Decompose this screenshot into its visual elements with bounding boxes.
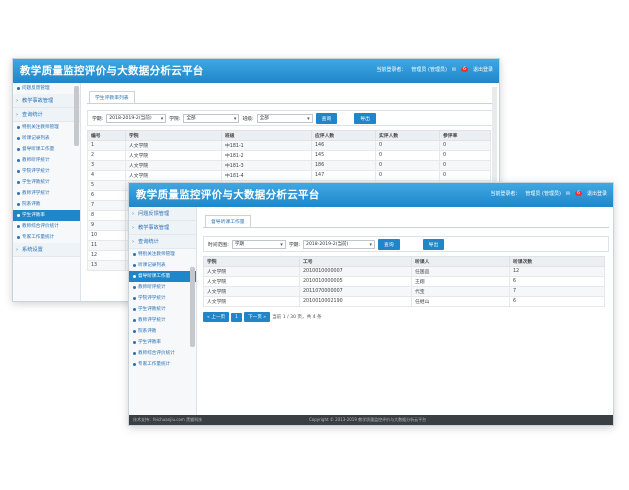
table-header: 编号 学院 班级 应评人数 实评人数 参评率 (87, 130, 491, 141)
sidebar-item[interactable]: 听课记录列表 (13, 133, 80, 144)
sidebar-item[interactable]: 听课记录列表 (129, 260, 196, 271)
table-row: 人文学院 2010010000005 王翔 6 (203, 276, 605, 287)
table-row: 4 人文学院 中181-4 147 0 0 (87, 170, 491, 181)
sidebar-item[interactable]: 专家工作量统计 (129, 359, 196, 370)
term-select[interactable]: 2018-2019-2(当前) (303, 239, 376, 249)
sidebar-item[interactable]: 督导听课工作量 (13, 144, 80, 155)
current-user-label: 当前登录者： (490, 191, 521, 197)
pagination: « 上一页 1 下一页 » 当前 1 / 30 页，共 4 条 (203, 312, 609, 322)
page-number-button[interactable]: 1 (231, 312, 242, 322)
tab-student-rating[interactable]: 学生评教率列表 (89, 91, 135, 103)
prev-page-button[interactable]: « 上一页 (203, 312, 230, 322)
table-row: 3 人文学院 中181-3 186 0 0 (87, 160, 491, 171)
app-title: 教学质量监控评价与大数据分析云平台 (20, 65, 204, 77)
app-header: 教学质量监控评价与大数据分析云平台 当前登录者： 管理员 (管理员) ✉ 6 退… (13, 59, 499, 83)
export-button[interactable]: 导出 (422, 238, 445, 250)
sidebar-item[interactable]: 特别关注教师管理 (129, 249, 196, 260)
sidebar-item[interactable]: 教师听评统计 (129, 282, 196, 293)
sidebar-item-selected[interactable]: 学生评教率 (13, 210, 80, 221)
app-header: 教学质量监控评价与大数据分析云平台 当前登录者： 管理员 (管理员) ✉ 6 退… (129, 183, 613, 207)
logout-link[interactable]: 退出登录 (473, 66, 493, 73)
table-row: 人文学院 2011070000007 代宝 7 (203, 286, 605, 297)
sidebar-item[interactable]: 学院评学统计 (13, 166, 80, 177)
sidebar-item[interactable]: 特别关注教师管理 (13, 122, 80, 133)
user-name: 管理员 (管理员) (411, 67, 447, 73)
table-row: 1 人文学院 中181-1 146 0 0 (87, 140, 491, 151)
sidebar-item[interactable]: 学生评教率 (129, 337, 196, 348)
sidebar-item[interactable]: 学生评教统计 (13, 177, 80, 188)
front-window: 教学质量监控评价与大数据分析云平台 当前登录者： 管理员 (管理员) ✉ 6 退… (128, 182, 614, 426)
sidebar-scrollbar[interactable] (74, 86, 79, 146)
next-page-button[interactable]: 下一页 » (244, 312, 271, 322)
sidebar: 问题反馈管理 教学事故管理 查询统计 特别关注教师管理 听课记录列表 督导听课工… (13, 83, 81, 301)
footer-copyright: Copyright © 2013-2019 教学质量监控评价与大数据分析云平台 (309, 417, 427, 422)
mail-icon[interactable]: ✉ (566, 191, 570, 197)
sidebar-item[interactable]: 院系评教 (13, 199, 80, 210)
sidebar-item[interactable]: 教师综合评价统计 (13, 221, 80, 232)
footer: 技术支持：feichuanjiu.com 黑猫科技 Copyright © 20… (129, 415, 613, 425)
sidebar-item[interactable]: 专家工作量统计 (13, 232, 80, 243)
term-label: 学期: (92, 116, 104, 122)
term-label: 学期: (288, 242, 301, 248)
sidebar-item[interactable]: 院系评教 (129, 326, 196, 337)
range-label: 时间范围: (208, 242, 229, 248)
export-button[interactable]: 导出 (354, 112, 376, 124)
sidebar-section-query[interactable]: 查询统计 (129, 235, 196, 249)
class-label: 班级: (242, 116, 254, 122)
current-user-label: 当前登录者： (376, 67, 407, 73)
sidebar-item[interactable]: 学生评教统计 (129, 304, 196, 315)
term-select[interactable]: 2018-2019-2(当前) (106, 113, 167, 123)
sidebar: 问题反馈管理 教学事故管理 查询统计 特别关注教师管理 听课记录列表 督导听课工… (129, 207, 197, 415)
notification-badge: 6 (461, 67, 468, 72)
class-select[interactable]: 全部 (256, 113, 313, 123)
logout-link[interactable]: 退出登录 (587, 190, 607, 197)
mail-icon[interactable]: ✉ (452, 67, 456, 73)
query-button[interactable]: 查询 (315, 112, 338, 124)
sidebar-section-query[interactable]: 查询统计 (13, 108, 80, 122)
sidebar-section-settings[interactable]: 系统设置 (13, 243, 80, 257)
table-header: 学院 工号 听课人 听课次数 (203, 256, 605, 267)
sidebar-item[interactable]: 教师综合评价统计 (129, 348, 196, 359)
table-row: 人文学院 2010010002190 任继山 6 (203, 296, 605, 307)
table-row: 人文学院 2010010000007 任国品 12 (203, 266, 605, 277)
notification-badge: 6 (575, 191, 582, 196)
sidebar-item[interactable]: 教师评学统计 (129, 315, 196, 326)
sidebar-item-selected[interactable]: 督导听课工作量 (129, 271, 196, 282)
sidebar-section-accidents[interactable]: 教学事故管理 (129, 221, 196, 235)
table-row: 2 人文学院 中181-2 145 0 0 (87, 150, 491, 161)
sidebar-item[interactable]: 教师听评统计 (13, 155, 80, 166)
footer-support: 技术支持：feichuanjiu.com 黑猫科技 (133, 417, 203, 422)
app-title: 教学质量监控评价与大数据分析云平台 (136, 189, 320, 201)
sidebar-item[interactable]: 学院评学统计 (129, 293, 196, 304)
sidebar-item[interactable]: 教师评学统计 (13, 188, 80, 199)
main-content: 督导听课工作量 时间范围: 学期 学期: 2018-2019-2(当前) 查询 … (199, 207, 613, 415)
page-info: 当前 1 / 30 页，共 4 条 (272, 315, 322, 320)
filter-bar: 时间范围: 学期 学期: 2018-2019-2(当前) 查询 导出 (203, 236, 609, 252)
sidebar-scrollbar[interactable] (190, 267, 195, 347)
user-name: 管理员 (管理员) (525, 191, 561, 197)
workload-table: 学院 工号 听课人 听课次数 人文学院 2010010000007 任国品 12 人文… (203, 256, 605, 307)
college-select[interactable]: 全部 (183, 113, 240, 123)
query-button[interactable]: 查询 (378, 238, 400, 250)
college-label: 学院: (169, 116, 181, 122)
tab-supervisor-workload[interactable]: 督导听课工作量 (205, 215, 251, 227)
sidebar-section-feedback[interactable]: 问题反馈管理 (129, 207, 196, 221)
range-select[interactable]: 学期 (231, 239, 286, 249)
sidebar-item-feedback[interactable]: 问题反馈管理 (13, 83, 80, 94)
sidebar-section-accidents[interactable]: 教学事故管理 (13, 94, 80, 108)
filter-bar: 学期: 2018-2019-2(当前) 学院: 全部 班级: 全部 查询 导出 (87, 110, 495, 126)
